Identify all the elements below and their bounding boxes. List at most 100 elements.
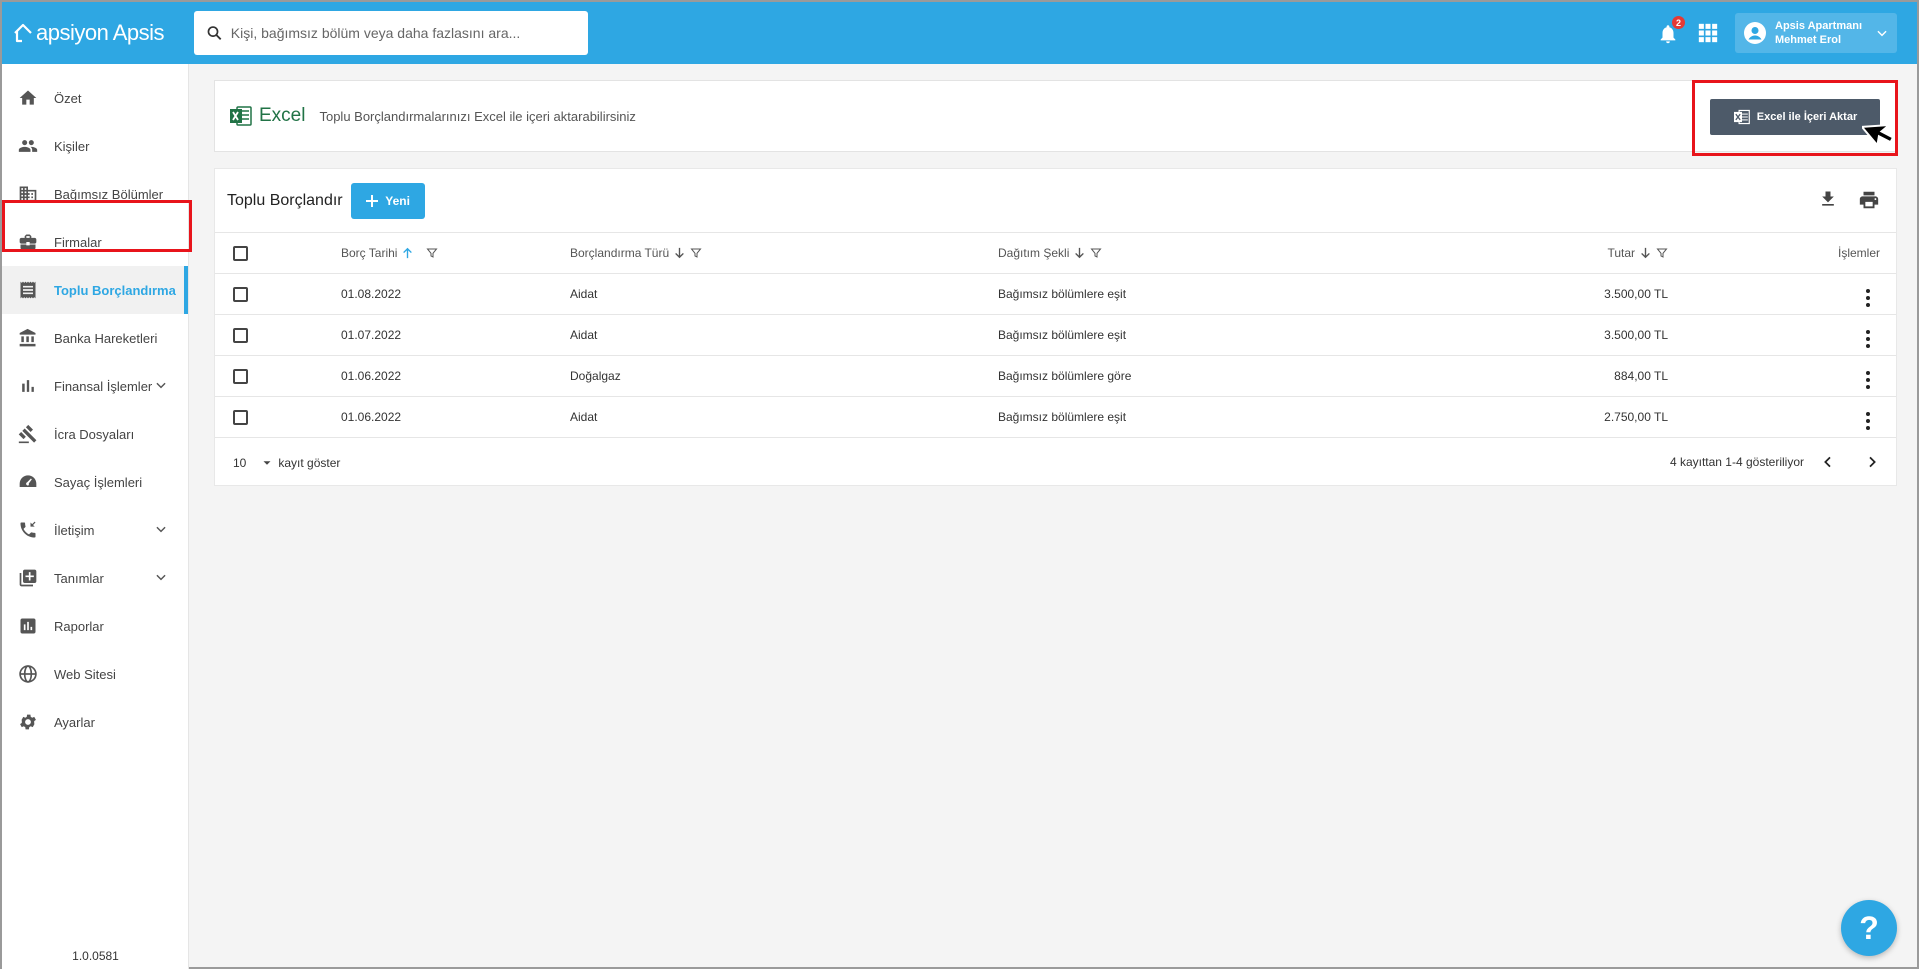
- new-button[interactable]: Yeni: [350, 182, 425, 219]
- print-icon[interactable]: [1858, 189, 1880, 211]
- sort-ascending-icon[interactable]: [402, 247, 413, 259]
- chevron-down-icon: [156, 526, 166, 533]
- cell-type: Aidat: [570, 396, 998, 438]
- phone-icon: [16, 518, 40, 542]
- app-version: 1.0.0581: [72, 949, 119, 963]
- cell-distribution: Bağımsız bölümlere eşit: [998, 314, 1448, 356]
- page-size-label: kayıt göster: [278, 456, 341, 470]
- excel-logo-icon: [230, 106, 252, 126]
- receipt-icon: [16, 278, 40, 302]
- sort-descending-icon[interactable]: [1640, 247, 1651, 259]
- table-row[interactable]: 01.07.2022 Aidat Bağımsız bölümlere eşit…: [215, 314, 1896, 356]
- sidebar-item-label: Özet: [54, 90, 82, 106]
- table-header-row: Borç Tarihi Borçlandırma Türü Dağıtım Şe…: [215, 232, 1896, 274]
- download-icon[interactable]: [1818, 189, 1838, 209]
- card-title: Toplu Borçlandır: [227, 191, 343, 209]
- sidebar-item-web-sitesi[interactable]: Web Sitesi: [2, 650, 188, 698]
- row-checkbox[interactable]: [233, 286, 248, 302]
- user-person-name: Mehmet Erol: [1775, 34, 1842, 46]
- home-icon: [16, 86, 40, 110]
- column-header-actions: İşlemler: [1837, 246, 1880, 260]
- user-menu[interactable]: Apsis Apartmanı Mehmet Erol: [1735, 13, 1897, 53]
- column-label: Borçlandırma Türü: [570, 246, 670, 260]
- excel-import-button[interactable]: Excel ile İçeri Aktar: [1710, 99, 1880, 135]
- search-box[interactable]: [194, 11, 588, 55]
- sidebar-item-sayac-islemleri[interactable]: Sayaç İşlemleri: [2, 458, 188, 506]
- filter-icon[interactable]: [1090, 247, 1102, 259]
- sidebar-item-iletisim[interactable]: İletişim: [2, 506, 188, 554]
- notifications-button[interactable]: 2: [1657, 16, 1685, 45]
- cell-distribution: Bağımsız bölümlere eşit: [998, 273, 1448, 315]
- search-icon: [207, 26, 222, 40]
- row-checkbox[interactable]: [233, 409, 248, 425]
- sort-descending-icon[interactable]: [1074, 247, 1085, 259]
- chevron-down-icon: [1877, 30, 1887, 37]
- cell-type: Doğalgaz: [570, 355, 998, 397]
- column-label: Borç Tarihi: [341, 246, 398, 260]
- row-actions-menu-icon[interactable]: [1866, 370, 1870, 389]
- home-outline-icon: [14, 23, 32, 43]
- bank-icon: [16, 326, 40, 350]
- column-header-amount[interactable]: Tutar: [1607, 246, 1668, 260]
- excel-title: Excel: [259, 105, 306, 126]
- column-label: Tutar: [1607, 246, 1635, 260]
- sidebar-item-toplu-borclandirma[interactable]: Toplu Borçlandırma: [2, 266, 188, 314]
- chevron-down-icon: [156, 382, 166, 389]
- cell-amount: 884,00 TL: [1448, 355, 1668, 397]
- table-row[interactable]: 01.06.2022 Doğalgaz Bağımsız bölümlere g…: [215, 355, 1896, 397]
- report-icon: [16, 614, 40, 638]
- excel-import-bar: Excel Toplu Borçlandırmalarınızı Excel i…: [214, 80, 1897, 152]
- sidebar-item-firmalar[interactable]: Firmalar: [2, 218, 188, 266]
- brand-logo[interactable]: apsiyon Apsis: [2, 20, 192, 46]
- top-bar: apsiyon Apsis 2: [2, 2, 1917, 64]
- sort-descending-icon[interactable]: [674, 247, 685, 259]
- globe-icon: [16, 662, 40, 686]
- column-label: Dağıtım Şekli: [998, 246, 1070, 260]
- search-input[interactable]: [230, 25, 576, 41]
- sidebar-item-label: Raporlar: [54, 618, 104, 634]
- chevron-right-icon[interactable]: [1864, 454, 1880, 470]
- sidebar-item-finansal-islemler[interactable]: Finansal İşlemler: [2, 362, 188, 410]
- sidebar-item-label: Finansal İşlemler: [54, 378, 153, 394]
- sidebar-item-tanimlar[interactable]: Tanımlar: [2, 554, 188, 602]
- chevron-left-icon[interactable]: [1820, 454, 1836, 470]
- sidebar-item-kisiler[interactable]: Kişiler: [2, 122, 188, 170]
- gavel-icon: [16, 422, 40, 446]
- row-actions-menu-icon[interactable]: [1866, 329, 1870, 348]
- filter-icon[interactable]: [690, 247, 702, 259]
- table-row[interactable]: 01.06.2022 Aidat Bağımsız bölümlere eşit…: [215, 396, 1896, 438]
- sidebar-item-icra-dosyalari[interactable]: İcra Dosyaları: [2, 410, 188, 458]
- sidebar-item-label: Toplu Borçlandırma: [54, 282, 176, 298]
- column-header-type[interactable]: Borçlandırma Türü: [570, 246, 702, 260]
- cell-type: Aidat: [570, 273, 998, 315]
- caret-down-icon: [263, 461, 271, 465]
- filter-icon[interactable]: [426, 247, 439, 259]
- apps-grid-icon: [1698, 23, 1718, 43]
- sidebar-item-raporlar[interactable]: Raporlar: [2, 602, 188, 650]
- row-checkbox[interactable]: [233, 327, 248, 343]
- sidebar-item-banka-hareketleri[interactable]: Banka Hareketleri: [2, 314, 188, 362]
- sidebar-item-ozet[interactable]: Özet: [2, 74, 188, 122]
- notification-badge: 2: [1672, 16, 1685, 29]
- sidebar-item-label: Web Sitesi: [54, 666, 116, 682]
- apps-grid-button[interactable]: [1697, 22, 1719, 44]
- column-header-date[interactable]: Borç Tarihi: [341, 246, 439, 260]
- help-button[interactable]: ?: [1841, 900, 1897, 956]
- bar-chart-icon: [16, 374, 40, 398]
- select-all-checkbox[interactable]: [233, 245, 248, 261]
- page-size-select[interactable]: 10: [233, 456, 274, 470]
- sidebar-item-label: Kişiler: [54, 138, 90, 154]
- account-circle-icon: [1744, 22, 1766, 44]
- row-checkbox[interactable]: [233, 368, 248, 384]
- row-actions-menu-icon[interactable]: [1866, 288, 1870, 307]
- page-info: 4 kayıttan 1-4 gösteriliyor: [1669, 455, 1804, 469]
- sidebar: Özet Kişiler Bağımsız Bölümler Firmalar …: [2, 64, 189, 969]
- column-header-distribution[interactable]: Dağıtım Şekli: [998, 246, 1102, 260]
- filter-icon[interactable]: [1656, 247, 1668, 259]
- sidebar-item-bagimsiz-bolumler[interactable]: Bağımsız Bölümler: [2, 170, 188, 218]
- table-footer: 10 kayıt göster 4 kayıttan 1-4 gösterili…: [215, 438, 1896, 488]
- cell-distribution: Bağımsız bölümlere eşit: [998, 396, 1448, 438]
- table-row[interactable]: 01.08.2022 Aidat Bağımsız bölümlere eşit…: [215, 273, 1896, 315]
- sidebar-item-ayarlar[interactable]: Ayarlar: [2, 698, 188, 746]
- row-actions-menu-icon[interactable]: [1866, 411, 1870, 430]
